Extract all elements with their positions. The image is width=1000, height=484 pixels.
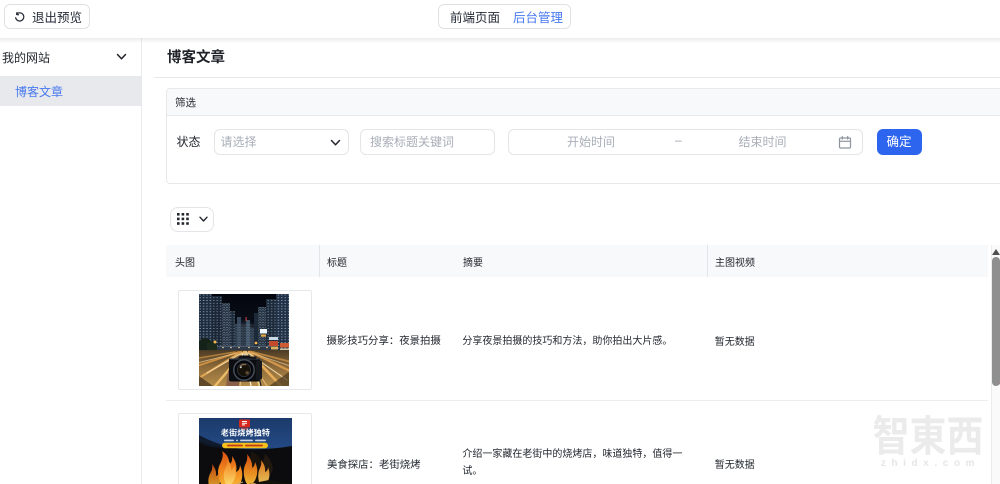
- svg-text:老街烧烤独特: 老街烧烤独特: [221, 428, 270, 438]
